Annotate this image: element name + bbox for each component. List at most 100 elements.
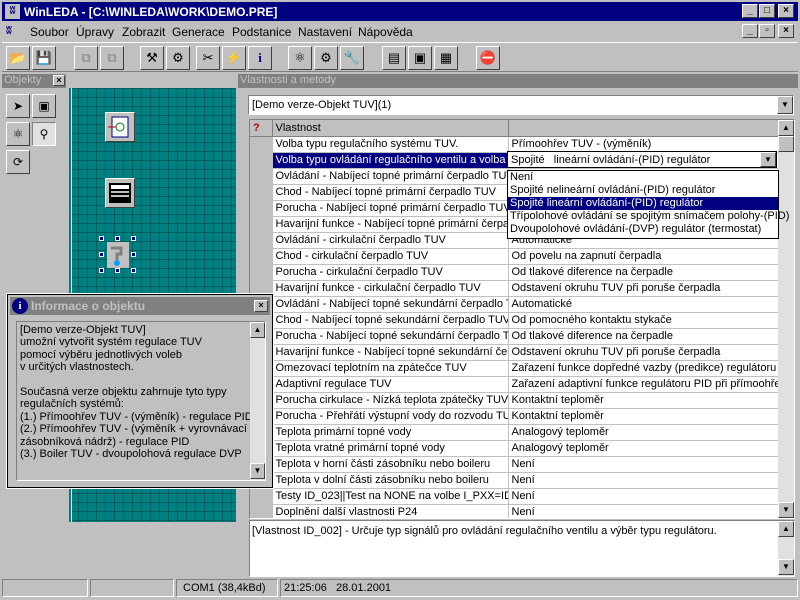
property-value[interactable]: Není <box>508 488 780 505</box>
grid-row[interactable]: Havarijní funkce - cirkulační čerpadlo T… <box>250 280 780 297</box>
grid-row[interactable]: Testy ID_023||Test na NONE na volbe I_PX… <box>250 488 780 505</box>
property-value[interactable]: Analogový teploměr <box>508 440 780 457</box>
exit-icon[interactable]: ⛔ <box>476 46 500 70</box>
chevron-down-icon[interactable]: ▼ <box>777 96 793 114</box>
gears-icon[interactable]: ⚙ <box>314 46 338 70</box>
grid-row[interactable]: Teplota v dolní části zásobníku nebo boi… <box>250 472 780 489</box>
selection-handle[interactable] <box>115 236 120 241</box>
grid-row[interactable]: Volba typu regulačního systému TUV. Přímo… <box>250 136 780 153</box>
property-name[interactable]: Adaptivní regulace TUV <box>272 376 509 393</box>
mdi-doc-icon[interactable]: ʬ <box>6 25 12 37</box>
property-name[interactable]: Teplota v dolní části zásobníku nebo boi… <box>272 472 509 489</box>
dropdown-option[interactable]: Dvoupolohové ovládání-(DVP) regulátor (t… <box>508 223 778 236</box>
selection-handle[interactable] <box>99 236 104 241</box>
property-value[interactable]: Není <box>508 504 780 518</box>
menu-upravy[interactable]: Úpravy <box>76 25 114 39</box>
hammer-icon[interactable]: ⚒ <box>140 46 164 70</box>
grid-header-value[interactable] <box>508 120 780 137</box>
description-scrollbar[interactable]: ▲ ▼ <box>778 521 794 576</box>
property-name[interactable]: Chod - Nabíjecí topné sekundární čerpadl… <box>272 312 509 329</box>
monitor-icon[interactable]: ▣ <box>408 46 432 70</box>
grid-row[interactable]: Porucha - cirkulační čerpadlo TUV Od tlak… <box>250 264 780 281</box>
scroll-up-icon[interactable]: ▲ <box>778 120 794 136</box>
selection-handle[interactable] <box>131 252 136 257</box>
property-name[interactable]: Chod - Nabíjecí topné primární čerpadlo … <box>272 184 509 201</box>
property-value[interactable]: Kontaktní teploměr <box>508 408 780 425</box>
canvas-object-controller[interactable] <box>105 178 135 208</box>
canvas-object-heat-exchanger[interactable] <box>105 112 135 142</box>
property-name[interactable]: Volba typu regulačního systému TUV. <box>272 136 509 153</box>
open-icon[interactable]: 📂 <box>6 46 30 70</box>
lightning-icon[interactable]: ⚡ <box>222 46 246 70</box>
objects-close-icon[interactable]: × <box>53 75 65 86</box>
save-icon[interactable]: 💾 <box>32 46 56 70</box>
canvas-object-tuv-selected[interactable] <box>103 240 133 270</box>
property-name[interactable]: Porucha - Nabíjecí topné primární čerpad… <box>272 200 509 217</box>
menu-soubor[interactable]: Soubor <box>30 25 69 39</box>
property-value[interactable]: Zařazení funkce dopředné vazby (predikce… <box>508 360 780 377</box>
property-name[interactable]: Chod - cirkulační čerpadlo TUV <box>272 248 509 265</box>
grid-row[interactable]: Havarijní funkce - Nabíjecí topné sekund… <box>250 344 780 361</box>
property-name[interactable]: Ovládání - Nabíjecí topné primární čerpa… <box>272 168 509 185</box>
property-value[interactable]: Není <box>508 472 780 489</box>
property-name[interactable]: Porucha - cirkulační čerpadlo TUV <box>272 264 509 281</box>
grid-scrollbar[interactable]: ▲ ▼ <box>778 120 794 518</box>
cycle-tool-icon[interactable]: ⟳ <box>6 150 30 174</box>
network-icon[interactable]: ⚛ <box>288 46 312 70</box>
grid-row[interactable]: Porucha - Přehřátí výstupní vody do rozv… <box>250 408 780 425</box>
grid-row[interactable]: Chod - cirkulační čerpadlo TUV Od povelu … <box>250 248 780 265</box>
desc-scroll-up-icon[interactable]: ▲ <box>778 521 794 537</box>
grid-row[interactable]: Omezovací teplotním na zpátečce TUV Zařaz… <box>250 360 780 377</box>
property-name[interactable]: Havarijní funkce - cirkulační čerpadlo T… <box>272 280 509 297</box>
property-name[interactable]: Volba typu ovládání regulačního ventilu … <box>272 152 509 169</box>
selection-handle[interactable] <box>131 268 136 273</box>
grid-row[interactable]: Ovládání - Nabíjecí topné sekundární čer… <box>250 296 780 313</box>
property-name[interactable]: Porucha cirkulace - Nízká teplota zpáteč… <box>272 392 509 409</box>
grid-row[interactable]: Doplnění další vlastnosti P24 Není <box>250 504 780 518</box>
grid-header-property[interactable]: Vlastnost <box>272 120 509 137</box>
value-editor-combo[interactable]: Spojité lineární ovládání-(PID) reguláto… <box>507 151 777 168</box>
property-name[interactable]: Porucha - Nabíjecí topné sekundární čerp… <box>272 328 509 345</box>
info-scrollbar[interactable]: ▲ ▼ <box>250 322 265 480</box>
tool-icon[interactable]: ⚙ <box>166 46 190 70</box>
grid-row[interactable]: Chod - Nabíjecí topné sekundární čerpadl… <box>250 312 780 329</box>
info-window-titlebar[interactable]: i Informace o objektu × <box>10 297 270 315</box>
property-name[interactable]: Havarijní funkce - Nabíjecí topné primár… <box>272 216 509 233</box>
close-icon[interactable]: × <box>778 4 794 18</box>
property-value[interactable]: Kontaktní teploměr <box>508 392 780 409</box>
pointer-icon[interactable]: ➤ <box>6 94 30 118</box>
selection-handle[interactable] <box>115 268 120 273</box>
scissors-icon[interactable]: ✂ <box>196 46 220 70</box>
menu-nastaveni[interactable]: Nastavení <box>298 25 352 39</box>
grid-row[interactable]: Teplota v horní části zásobníku nebo boi… <box>250 456 780 473</box>
menu-podstanice[interactable]: Podstanice <box>232 25 291 39</box>
desc-scroll-down-icon[interactable]: ▼ <box>778 559 794 575</box>
value-dropdown-icon[interactable]: ▼ <box>760 152 776 167</box>
selection-handle[interactable] <box>99 268 104 273</box>
property-name[interactable]: Testy ID_023||Test na NONE na volbe I_PX… <box>272 488 509 505</box>
grid-row[interactable]: Porucha - Nabíjecí topné sekundární čerp… <box>250 328 780 345</box>
grid-row[interactable]: Porucha cirkulace - Nízká teplota zpáteč… <box>250 392 780 409</box>
property-name[interactable]: Teplota vratné primární topné vody <box>272 440 509 457</box>
menu-zobrazit[interactable]: Zobrazit <box>122 25 165 39</box>
property-name[interactable]: Ovládání - cirkulační čerpadlo TUV <box>272 232 509 249</box>
device-icon[interactable]: ▣ <box>32 94 56 118</box>
info-scroll-down-icon[interactable]: ▼ <box>250 463 265 479</box>
scroll-thumb[interactable] <box>778 136 794 152</box>
grid-row[interactable]: Adaptivní regulace TUV Zařazení adaptivní… <box>250 376 780 393</box>
property-value[interactable]: Odstavení okruhu TUV při poruše čerpadla <box>508 344 780 361</box>
tap-tool-icon[interactable]: ⚲ <box>32 122 56 146</box>
grid-row[interactable]: Teplota vratné primární topné vody Analog… <box>250 440 780 457</box>
info-icon[interactable]: i <box>248 46 272 70</box>
minimize-icon[interactable]: _ <box>742 4 758 18</box>
selection-handle[interactable] <box>131 236 136 241</box>
mdi-minimize-icon[interactable]: _ <box>742 24 758 38</box>
mdi-close-icon[interactable]: × <box>778 24 794 38</box>
chart-icon[interactable]: ▤ <box>382 46 406 70</box>
info-scroll-up-icon[interactable]: ▲ <box>250 322 265 338</box>
property-name[interactable]: Teplota primární topné vody <box>272 424 509 441</box>
dropdown-option[interactable]: Spojité nelineární ovládání-(PID) regulá… <box>508 184 778 197</box>
app-icon[interactable]: ʬ <box>5 4 20 19</box>
scroll-down-icon[interactable]: ▼ <box>778 502 794 518</box>
property-name[interactable]: Teplota v horní části zásobníku nebo boi… <box>272 456 509 473</box>
